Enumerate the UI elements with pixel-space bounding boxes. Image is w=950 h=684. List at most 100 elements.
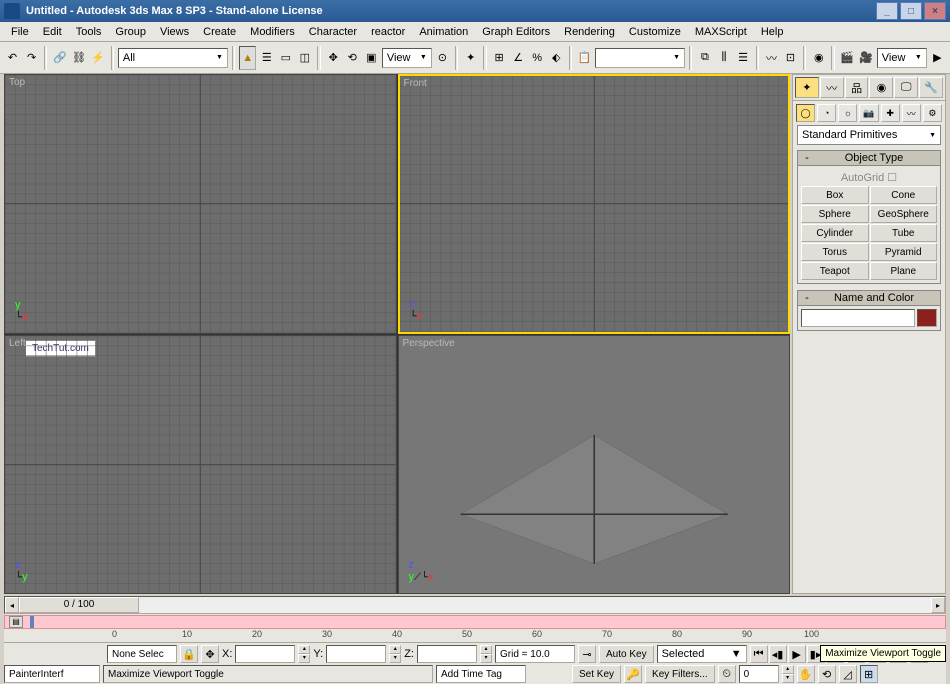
goto-start-button[interactable]: ⏮ — [750, 645, 768, 663]
prev-frame-button[interactable]: ◂▮ — [769, 645, 787, 663]
quick-render-button[interactable]: 🎥 — [858, 46, 875, 70]
named-selection-button[interactable]: 📋 — [576, 46, 593, 70]
menu-animation[interactable]: Animation — [412, 24, 475, 40]
viewport-front[interactable]: Front z└x — [398, 74, 791, 334]
selection-filter-dropdown[interactable]: All — [118, 48, 228, 68]
menu-customize[interactable]: Customize — [622, 24, 688, 40]
link-button[interactable]: 🔗 — [51, 46, 68, 70]
trackbar-toggle-icon[interactable]: ▤ — [9, 616, 23, 628]
subtab-geometry[interactable]: ◯ — [796, 104, 815, 122]
keymode-dropdown[interactable]: Selected▼ — [657, 645, 747, 663]
close-button[interactable]: × — [924, 2, 946, 20]
subtab-spacewarps[interactable]: 〰 — [902, 104, 921, 122]
maximize-button[interactable]: □ — [900, 2, 922, 20]
menu-maxscript[interactable]: MAXScript — [688, 24, 754, 40]
obj-tube[interactable]: Tube — [870, 224, 938, 242]
tab-motion[interactable]: ◉ — [869, 77, 893, 98]
layers-button[interactable]: ☰ — [735, 46, 752, 70]
subtab-lights[interactable]: ☼ — [838, 104, 857, 122]
selection-lock-button[interactable]: 🔒 — [180, 645, 198, 663]
rollout-object-type[interactable]: -Object Type — [797, 150, 941, 166]
keyfilters-button[interactable]: Key Filters... — [645, 665, 715, 683]
move-button[interactable]: ✥ — [325, 46, 342, 70]
menu-group[interactable]: Group — [108, 24, 153, 40]
render-type-dropdown[interactable]: View — [877, 48, 927, 68]
time-slider[interactable]: 0 / 100 — [19, 597, 139, 613]
setkey-button[interactable]: Set Key — [572, 665, 621, 683]
tab-modify[interactable]: 〰 — [820, 77, 844, 98]
menu-file[interactable]: File — [4, 24, 36, 40]
subtab-shapes[interactable]: ◔ — [817, 104, 836, 122]
subtab-systems[interactable]: ⚙ — [923, 104, 942, 122]
transform-mode-button[interactable]: ✥ — [201, 645, 219, 663]
fov-button[interactable]: ◿ — [839, 665, 857, 683]
add-time-tag[interactable]: Add Time Tag — [436, 665, 526, 683]
obj-pyramid[interactable]: Pyramid — [870, 243, 938, 261]
menu-help[interactable]: Help — [754, 24, 791, 40]
x-coord-input[interactable] — [235, 645, 295, 663]
arc-rotate-button[interactable]: ⟲ — [818, 665, 836, 683]
scroll-right-button[interactable]: ▸ — [931, 597, 945, 613]
undo-button[interactable]: ↶ — [4, 46, 21, 70]
obj-sphere[interactable]: Sphere — [801, 205, 869, 223]
window-crossing-button[interactable]: ◫ — [296, 46, 313, 70]
key-mode-icon[interactable]: ⊸ — [578, 645, 596, 663]
select-button[interactable]: ▲ — [239, 46, 256, 70]
listener-input[interactable]: PainterInterf — [4, 665, 100, 683]
select-by-name-button[interactable]: ☰ — [258, 46, 275, 70]
y-coord-input[interactable] — [326, 645, 386, 663]
scroll-left-button[interactable]: ◂ — [5, 597, 19, 613]
scale-button[interactable]: ▣ — [363, 46, 380, 70]
angle-snap-button[interactable]: ∠ — [510, 46, 527, 70]
menu-edit[interactable]: Edit — [36, 24, 69, 40]
rotate-button[interactable]: ⟲ — [344, 46, 361, 70]
menu-views[interactable]: Views — [153, 24, 196, 40]
snap-button[interactable]: ⊞ — [491, 46, 508, 70]
ref-coord-dropdown[interactable]: View — [382, 48, 432, 68]
rollout-name-color[interactable]: -Name and Color — [797, 290, 941, 306]
obj-plane[interactable]: Plane — [870, 262, 938, 280]
z-coord-input[interactable] — [417, 645, 477, 663]
named-selection-dropdown[interactable] — [595, 48, 685, 68]
minimize-button[interactable]: _ — [876, 2, 898, 20]
menu-graph-editors[interactable]: Graph Editors — [475, 24, 557, 40]
menu-create[interactable]: Create — [196, 24, 243, 40]
tab-utilities[interactable]: 🔧 — [919, 77, 943, 98]
schematic-view-button[interactable]: ⊡ — [782, 46, 799, 70]
obj-geosphere[interactable]: GeoSphere — [870, 205, 938, 223]
tab-display[interactable]: 🖵 — [894, 77, 918, 98]
bind-spacewarp-button[interactable]: ⚡ — [89, 46, 106, 70]
viewport-perspective[interactable]: Perspective zy⟋└x — [398, 335, 791, 595]
key-icon[interactable]: 🔑 — [624, 665, 642, 683]
pan-button[interactable]: ✋ — [797, 665, 815, 683]
menu-rendering[interactable]: Rendering — [557, 24, 622, 40]
select-region-button[interactable]: ▭ — [277, 46, 294, 70]
render-last-button[interactable]: ▶ — [929, 46, 946, 70]
obj-teapot[interactable]: Teapot — [801, 262, 869, 280]
subtab-cameras[interactable]: 📷 — [859, 104, 878, 122]
obj-box[interactable]: Box — [801, 186, 869, 204]
curve-editor-button[interactable]: 〰 — [763, 46, 780, 70]
time-slider-bar[interactable]: ◂ 0 / 100 ▸ — [4, 596, 946, 614]
menu-reactor[interactable]: reactor — [364, 24, 412, 40]
obj-cylinder[interactable]: Cylinder — [801, 224, 869, 242]
object-color-swatch[interactable] — [917, 309, 937, 327]
category-dropdown[interactable]: Standard Primitives — [797, 125, 941, 145]
material-editor-button[interactable]: ◉ — [810, 46, 827, 70]
align-button[interactable]: ⫼ — [716, 46, 733, 70]
viewport-left[interactable]: Left TechTut.com z└y — [4, 335, 397, 595]
tab-hierarchy[interactable]: 品 — [845, 77, 869, 98]
track-bar[interactable]: ▤ — [4, 615, 946, 629]
object-name-input[interactable] — [801, 309, 915, 327]
time-config-button[interactable]: ⏲ — [718, 665, 736, 683]
mirror-button[interactable]: ⧉ — [696, 46, 713, 70]
play-button[interactable]: ▶ — [788, 645, 806, 663]
menu-tools[interactable]: Tools — [69, 24, 109, 40]
tab-create[interactable]: ✦ — [795, 77, 819, 98]
viewport-top[interactable]: Top y└x — [4, 74, 397, 334]
frame-marker[interactable] — [30, 616, 34, 628]
spinner-snap-button[interactable]: ⬖ — [548, 46, 565, 70]
manipulate-button[interactable]: ✦ — [462, 46, 479, 70]
menu-character[interactable]: Character — [302, 24, 364, 40]
maximize-viewport-button[interactable]: ⊞ — [860, 665, 878, 683]
